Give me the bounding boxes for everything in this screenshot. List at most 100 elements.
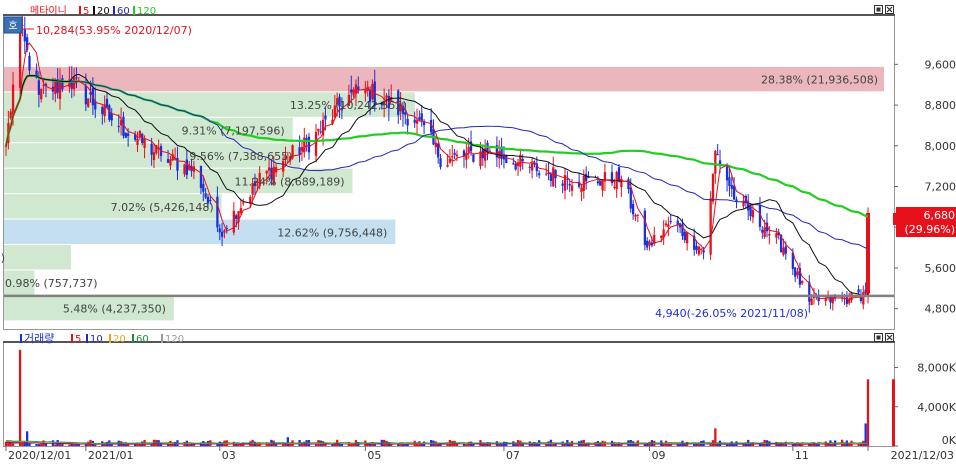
- candle-body: [717, 154, 719, 155]
- candle-body: [761, 230, 763, 233]
- candle-body: [752, 210, 754, 217]
- volume-bar: [35, 444, 37, 446]
- candle-body: [832, 296, 834, 303]
- candle-body: [183, 164, 185, 174]
- date-tick-label: 03: [222, 449, 236, 462]
- candle-body: [670, 221, 672, 222]
- legend-vma10: 10: [90, 334, 103, 345]
- current-price-value: 6,680: [924, 209, 956, 222]
- current-price-tag: 6,680 (29.96%): [896, 207, 956, 237]
- candle-body: [801, 281, 803, 284]
- candle-body: [613, 187, 615, 188]
- candle-body: [660, 236, 662, 238]
- legend-ma120-marker: [133, 6, 135, 15]
- volume-profile-label: 9.31% (7,197,596): [182, 125, 285, 138]
- candle-body: [143, 139, 145, 148]
- volume-profile-label: 9.56% (7,388,655): [189, 150, 292, 163]
- candle-body: [186, 160, 188, 176]
- candle-body: [418, 117, 420, 119]
- candle-body: [350, 90, 352, 93]
- candle-body: [695, 246, 697, 250]
- candle-body: [352, 89, 354, 95]
- date-axis: 2020/12/012021/0103050709112021/12/03: [6, 446, 954, 462]
- legend-volume-marker: [20, 334, 22, 343]
- price-tick-label: 7,200: [925, 180, 956, 193]
- candle-body: [127, 133, 129, 136]
- candle-body: [364, 90, 366, 94]
- candle-body: [317, 129, 319, 131]
- candle-body: [38, 80, 40, 95]
- candle-body: [169, 159, 171, 165]
- volume-bar: [531, 445, 533, 446]
- candle-body: [684, 232, 686, 240]
- candle-body: [19, 30, 21, 88]
- candle-body: [150, 144, 152, 155]
- price-tick-label: 8,000: [925, 140, 956, 153]
- candle-body: [10, 111, 12, 118]
- price-tick-label: 5,600: [925, 262, 956, 275]
- candle-body: [24, 30, 26, 42]
- candle-body: [421, 113, 423, 120]
- volume-bar: [564, 444, 566, 446]
- legend-ma120: 120: [137, 6, 156, 17]
- volume-bar: [545, 444, 547, 446]
- price-panel-controls: [875, 6, 894, 14]
- legend-vma60-marker: [132, 334, 134, 343]
- candle-body: [599, 181, 601, 186]
- candle-body: [75, 77, 77, 78]
- high-annotation: 10,284(53.95% 2020/12/07): [20, 24, 192, 37]
- candle-body: [385, 95, 387, 97]
- legend-ma60-marker: [113, 6, 115, 15]
- candle-body: [731, 185, 733, 189]
- volume-bar: [54, 444, 56, 446]
- volume-panel: [4, 343, 895, 447]
- volume-profile-label: 5.48% (4,237,350): [63, 303, 166, 316]
- candle-body: [583, 176, 585, 191]
- candle-body: [648, 241, 650, 245]
- candle-body: [522, 159, 524, 161]
- price-axis: 9,6008,8008,0007,2006,4005,6004,800: [893, 58, 956, 315]
- candle-body: [571, 185, 573, 190]
- legend-ma20-marker: [93, 6, 95, 15]
- candle-body: [634, 215, 636, 217]
- candle-body: [416, 120, 418, 123]
- volume-panel-controls: [875, 334, 894, 342]
- candle-body: [308, 137, 310, 153]
- volume-bar: [68, 445, 70, 446]
- candle-body: [646, 241, 648, 248]
- candle-body: [141, 134, 143, 143]
- candle-body: [28, 56, 30, 70]
- candle-body: [320, 131, 322, 132]
- volume-bar: [792, 444, 794, 446]
- candle-body: [125, 133, 127, 138]
- volume-bar: [341, 444, 343, 446]
- candle-body: [223, 230, 225, 232]
- candle-body: [775, 233, 777, 238]
- date-tick-label: 05: [367, 449, 381, 462]
- volume-bar: [620, 444, 622, 446]
- volume-bar: [860, 444, 862, 446]
- candle-body: [136, 139, 138, 145]
- corner-toggle-label: 호: [8, 20, 17, 32]
- candle-body: [601, 181, 603, 191]
- volume-profile-label: 13.25% (10,242,552): [290, 99, 407, 112]
- candle-body: [101, 107, 103, 114]
- candle-body: [554, 170, 556, 178]
- candle-body: [301, 147, 303, 151]
- candle-body: [569, 184, 571, 186]
- candle-body: [700, 249, 702, 250]
- current-price-percent: (29.96%): [904, 223, 955, 236]
- candle-body: [108, 105, 110, 119]
- candle-body: [216, 197, 218, 228]
- legend-ma20: 20: [97, 6, 110, 17]
- candle-body: [562, 184, 564, 186]
- volume-profile-label: 28.38% (21,936,508): [761, 74, 878, 87]
- candle-body: [167, 159, 169, 163]
- candle-body: [40, 89, 42, 99]
- candle-body: [785, 246, 787, 253]
- candle-body: [59, 82, 61, 99]
- maximize-icon: [877, 336, 881, 340]
- candle-body: [644, 211, 646, 245]
- date-tick-label: 11: [795, 449, 809, 462]
- candle-body: [456, 155, 458, 157]
